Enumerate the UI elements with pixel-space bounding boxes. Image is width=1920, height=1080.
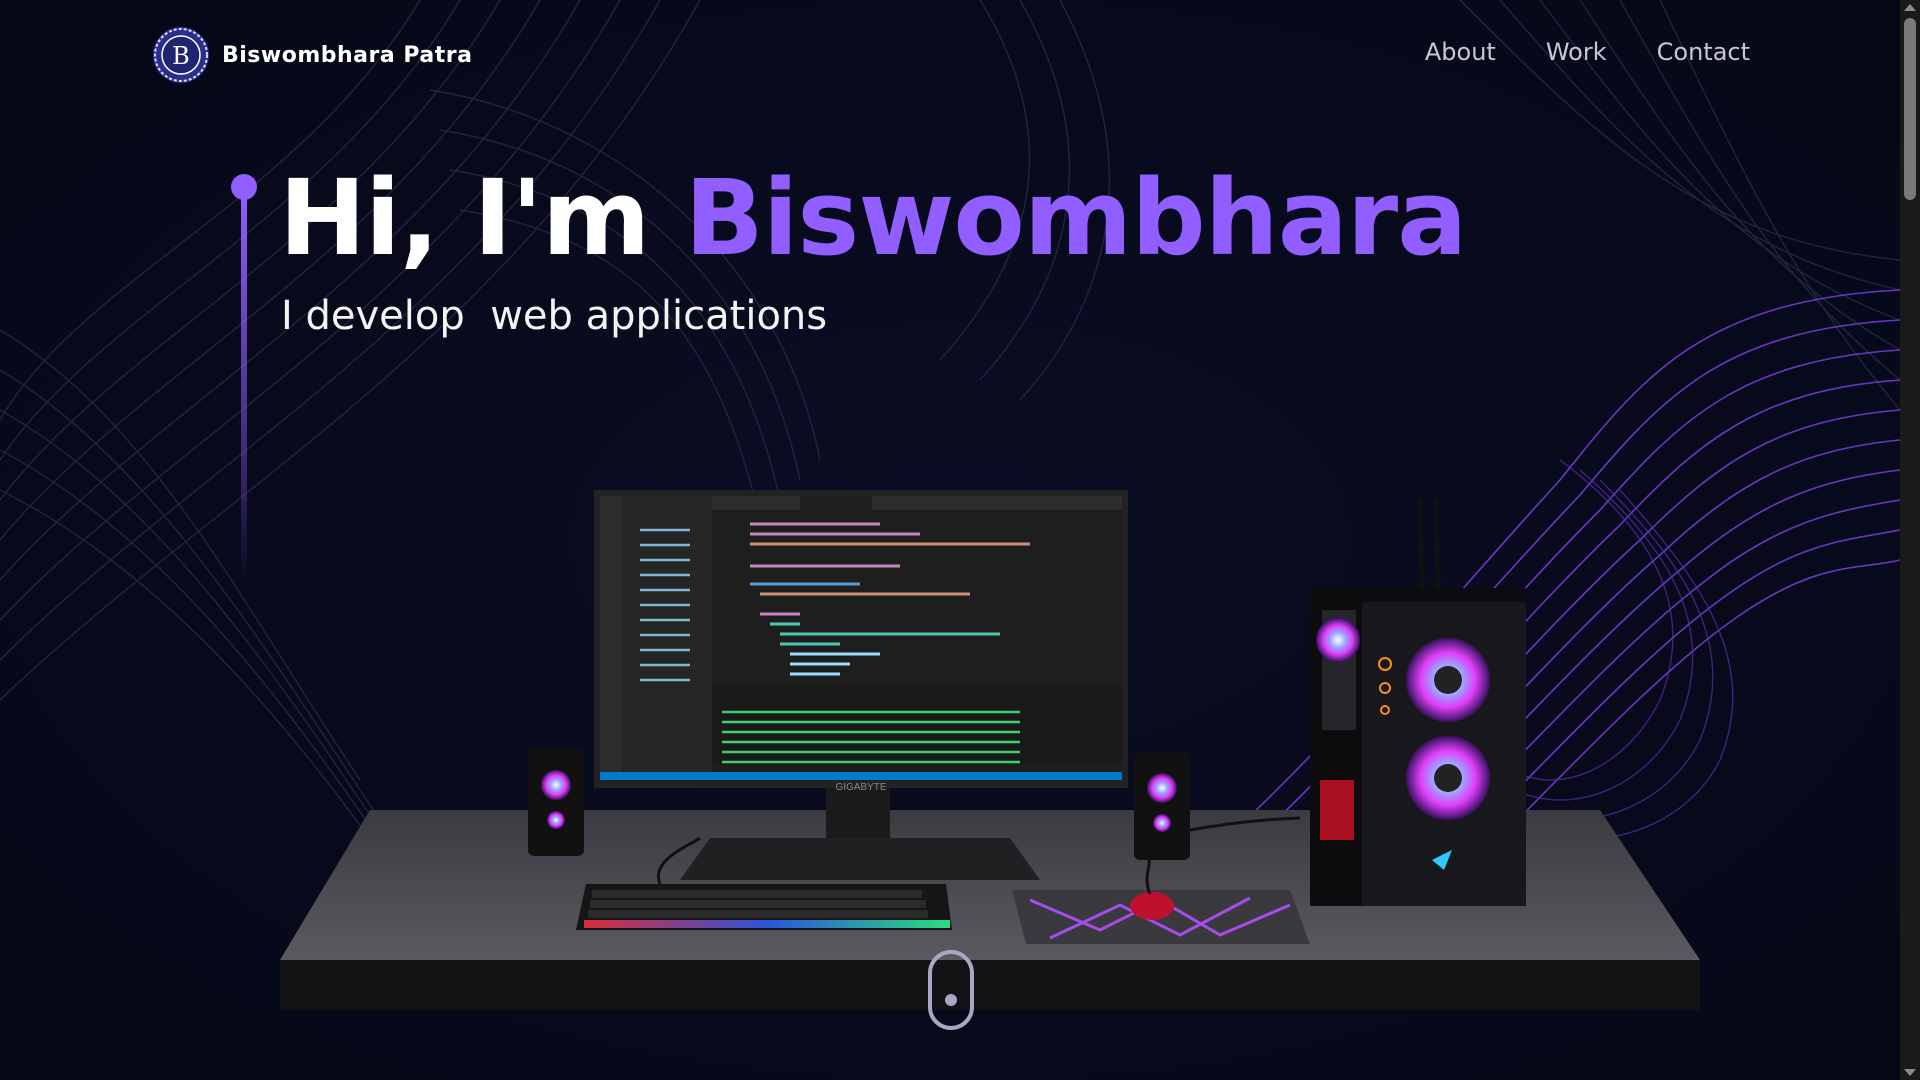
mouse-scroll-icon[interactable] [928, 950, 974, 1030]
nav-links: About Work Contact [1425, 38, 1750, 66]
hero-name: Biswombhara [684, 157, 1468, 279]
page-scrollbar[interactable] [1900, 0, 1920, 1080]
nav-link-contact[interactable]: Contact [1657, 38, 1750, 66]
nav-link-about[interactable]: About [1425, 38, 1496, 66]
brand-name: Biswombhara Patra [222, 42, 473, 68]
hero-accent-line [241, 196, 247, 582]
scroll-up-arrow-icon[interactable] [1904, 4, 1916, 11]
pc-tower [1310, 499, 1526, 906]
scroll-down-arrow-icon[interactable] [1904, 1069, 1916, 1076]
speaker-right [1134, 752, 1190, 860]
monitor-brand-label: GIGABYTE [835, 782, 886, 793]
hero-greeting: Hi, I'm [279, 157, 685, 279]
speaker-left [528, 748, 584, 856]
scroll-indicator-dot [945, 994, 957, 1006]
brand-home-link[interactable]: B Biswombhara Patra [152, 26, 472, 84]
logo-seal-icon: B [153, 27, 209, 83]
navbar: B Biswombhara Patra About Work Contact [0, 0, 1900, 108]
hero-title: Hi, I'm Biswombhara [279, 157, 1468, 279]
hero-subtitle: I develop web applications [281, 293, 828, 339]
svg-text:B: B [172, 42, 190, 70]
scrollbar-thumb[interactable] [1904, 18, 1916, 200]
nav-link-work[interactable]: Work [1546, 38, 1607, 66]
keyboard [576, 884, 952, 930]
